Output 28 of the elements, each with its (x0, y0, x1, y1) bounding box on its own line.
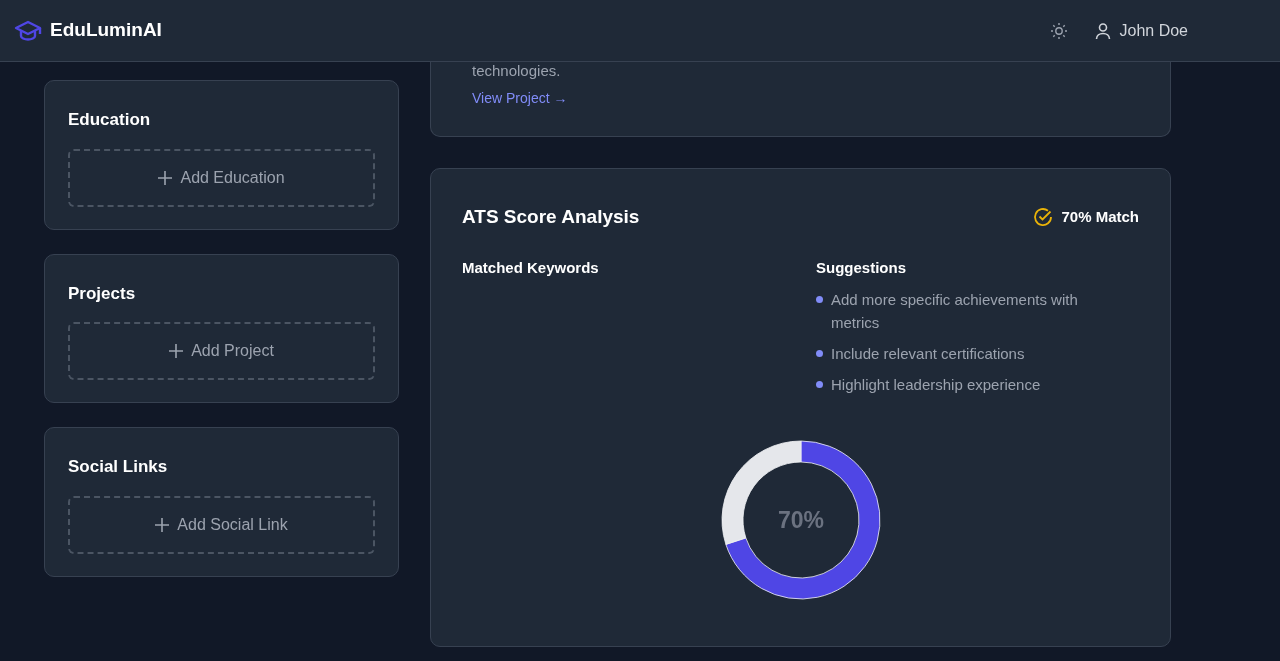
match-score: 70% Match (1061, 207, 1139, 227)
plus-icon (155, 517, 170, 532)
plus-icon (158, 170, 173, 185)
card-title: ATS Score Analysis (462, 205, 640, 229)
score-label: 70% (777, 506, 824, 533)
check-circle-icon (1033, 207, 1054, 228)
card-title: Projects (68, 282, 137, 305)
user-icon[interactable] (1093, 21, 1112, 40)
bullet-icon (816, 295, 823, 303)
suggestion-text: Include relevant certifications (831, 343, 1025, 364)
sun-icon[interactable] (1049, 21, 1068, 40)
bullet-icon (816, 380, 823, 388)
suggestion-text: Add more specific achievements with metrics (831, 289, 1079, 333)
view-project-link[interactable]: View Project → (472, 88, 568, 109)
plus-icon (169, 344, 184, 358)
suggestion-text: Highlight leadership experience (831, 374, 1041, 395)
user-name[interactable]: John Doe (1119, 18, 1188, 43)
section-heading: Suggestions (816, 258, 906, 276)
add-button[interactable]: Add Social Link (68, 495, 375, 554)
brand-name[interactable]: EduLuminAI (50, 16, 162, 45)
card-title: Education (68, 109, 152, 131)
section-heading: Matched Keywords (462, 258, 599, 276)
add-button[interactable]: Add Project (68, 322, 375, 380)
bullet-icon (816, 349, 823, 357)
card-title: Social Links (68, 456, 169, 478)
graduation-cap-icon (14, 19, 42, 42)
add-button[interactable]: Add Education (68, 148, 375, 207)
project-description: technologies. (472, 62, 562, 80)
